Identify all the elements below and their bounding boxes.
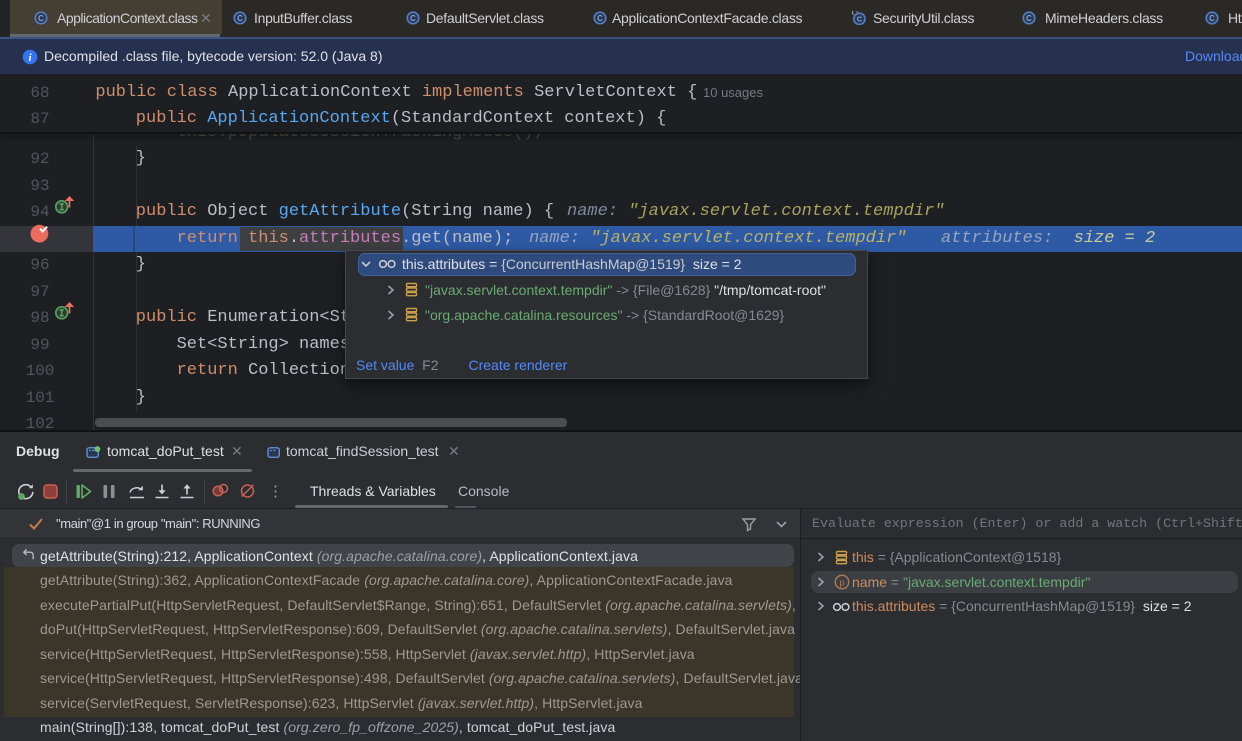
svg-text:C: C [1209, 13, 1215, 22]
svg-text:C: C [38, 13, 44, 22]
svg-text:C: C [857, 14, 863, 23]
svg-text:C: C [237, 13, 243, 22]
svg-text:C: C [410, 13, 416, 22]
svg-text:C: C [1026, 13, 1032, 22]
svg-text:p: p [839, 578, 844, 589]
svg-text:C: C [597, 13, 603, 22]
